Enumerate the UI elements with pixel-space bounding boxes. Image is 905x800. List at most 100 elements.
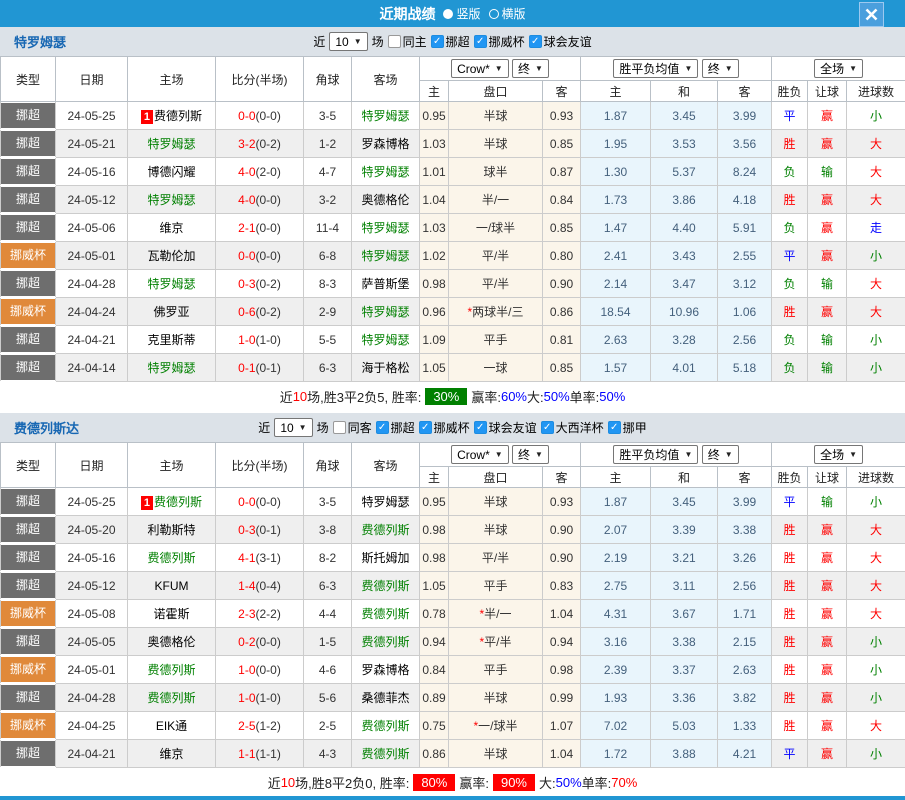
home-team-cell: 特罗姆瑟	[128, 354, 216, 382]
away-odds-cell: 0.86	[543, 298, 581, 326]
result-cell: 平	[772, 242, 808, 270]
recent-count-select[interactable]: 10 ▼	[274, 418, 312, 437]
halftime-score: (1-2)	[256, 719, 281, 733]
near-label: 近	[258, 419, 270, 436]
league-checkbox-label: 挪威杯	[489, 33, 525, 50]
league-checkbox[interactable]: ✓挪威杯	[474, 33, 525, 50]
handicap-result-cell: 赢	[808, 600, 847, 628]
date-cell: 24-04-28	[56, 270, 128, 298]
europe-time-select[interactable]: 终▼	[702, 59, 739, 78]
fulltime-score: 0-0	[238, 249, 255, 263]
layout-horizontal-radio[interactable]: 横版	[489, 5, 526, 22]
scope-select[interactable]: 全场▼	[814, 445, 863, 464]
total-goals-cell: 大	[847, 712, 905, 740]
eu-away-cell: 1.06	[718, 298, 772, 326]
league-cell: 挪超	[1, 684, 56, 712]
recent-count-select[interactable]: 10 ▼	[329, 32, 367, 51]
league-checkbox[interactable]: ✓球会友谊	[474, 419, 537, 436]
europe-odds-value: 胜平负均值	[619, 446, 679, 463]
away-odds-cell: 0.99	[543, 684, 581, 712]
europe-time-select[interactable]: 终▼	[702, 445, 739, 464]
date-cell: 24-05-06	[56, 214, 128, 242]
halftime-score: (0-0)	[256, 635, 281, 649]
result-cell: 胜	[772, 516, 808, 544]
col-eu-away: 客	[718, 467, 772, 488]
scope-controls: 全场▼	[772, 57, 905, 81]
date-cell: 24-04-24	[56, 298, 128, 326]
handicap-line: 半球	[483, 691, 507, 705]
match-row: 挪威杯24-05-08诺霍斯2-3(2-2)4-4费德列斯0.78*半/一1.0…	[1, 600, 905, 628]
league-handicap-trend-tab[interactable]: 联赛盘路走势	[0, 796, 905, 800]
same-away-checkbox[interactable]: 同客	[333, 419, 372, 436]
europe-time-value: 终	[708, 60, 720, 77]
eu-draw-cell: 3.67	[651, 600, 718, 628]
date-cell: 24-04-25	[56, 712, 128, 740]
europe-odds-select[interactable]: 胜平负均值▼	[613, 445, 698, 464]
handicap-cell: 半球	[449, 516, 543, 544]
summary-segment: 近	[268, 773, 281, 792]
rank-badge: 1	[141, 496, 153, 510]
league-checkbox-label: 挪威杯	[434, 419, 470, 436]
close-button[interactable]	[859, 2, 884, 27]
odds-time-select[interactable]: 终▼	[512, 59, 549, 78]
away-odds-cell: 1.04	[543, 600, 581, 628]
total-goals-cell: 小	[847, 628, 905, 656]
handicap-result-cell: 赢	[808, 656, 847, 684]
home-odds-cell: 0.75	[420, 712, 449, 740]
league-checkbox[interactable]: ✓球会友谊	[529, 33, 592, 50]
handicap-cell: 半球	[449, 488, 543, 516]
asian-odds-controls: Crow*▼ 终▼	[420, 57, 581, 81]
result-cell: 胜	[772, 600, 808, 628]
away-odds-cell: 0.94	[543, 628, 581, 656]
chevron-down-icon: ▼	[299, 423, 307, 432]
result-cell: 胜	[772, 572, 808, 600]
league-checkbox[interactable]: ✓挪超	[376, 419, 415, 436]
col-result: 胜负	[772, 467, 808, 488]
europe-odds-controls: 胜平负均值▼ 终▼	[581, 443, 772, 467]
home-team-cell: 克里斯蒂	[128, 326, 216, 354]
same-home-checkbox[interactable]: 同主	[388, 33, 427, 50]
total-goals-cell: 大	[847, 544, 905, 572]
home-team-name: 诺霍斯	[153, 607, 189, 621]
halftime-score: (0-0)	[256, 193, 281, 207]
summary-segment: 10	[293, 389, 307, 404]
away-team-cell: 特罗姆瑟	[352, 326, 420, 354]
handicap-line: 半球	[483, 523, 507, 537]
odds-time-value: 终	[518, 60, 530, 77]
league-checkbox[interactable]: ✓大西洋杯	[541, 419, 604, 436]
league-checkbox[interactable]: ✓挪超	[431, 33, 470, 50]
home-team-cell: 费德列斯	[128, 684, 216, 712]
checkbox-checked-icon: ✓	[474, 35, 487, 48]
eu-away-cell: 3.26	[718, 544, 772, 572]
away-team-name: 费德列斯	[361, 719, 409, 733]
league-checkbox[interactable]: ✓挪威杯	[419, 419, 470, 436]
league-checkbox-label: 挪超	[391, 419, 415, 436]
col-total: 进球数	[847, 81, 905, 102]
scope-value: 全场	[820, 446, 844, 463]
checkbox-checked-icon: ✓	[608, 421, 621, 434]
score-cell: 4-0(0-0)	[216, 186, 304, 214]
handicap-result-cell: 赢	[808, 214, 847, 242]
odds-time-select[interactable]: 终▼	[512, 445, 549, 464]
eu-draw-cell: 3.36	[651, 684, 718, 712]
corner-cell: 11-4	[304, 214, 352, 242]
odds-company-select[interactable]: Crow*▼	[451, 59, 509, 78]
home-odds-cell: 0.78	[420, 600, 449, 628]
score-cell: 1-0(0-0)	[216, 656, 304, 684]
layout-vertical-radio[interactable]: 竖版	[443, 5, 480, 22]
home-odds-cell: 0.86	[420, 740, 449, 768]
score-cell: 1-0(1-0)	[216, 684, 304, 712]
league-checkbox[interactable]: ✓挪甲	[608, 419, 647, 436]
eu-away-cell: 4.21	[718, 740, 772, 768]
eu-home-cell: 1.47	[581, 214, 651, 242]
away-team-cell: 费德列斯	[352, 628, 420, 656]
odds-company-select[interactable]: Crow*▼	[451, 445, 509, 464]
asian-odds-controls: Crow*▼ 终▼	[420, 443, 581, 467]
result-cell: 胜	[772, 130, 808, 158]
col-handicap: 盘口	[449, 81, 543, 102]
layout-horizontal-label: 横版	[502, 5, 526, 22]
europe-odds-select[interactable]: 胜平负均值▼	[613, 59, 698, 78]
away-team-name: 萨普斯堡	[361, 277, 409, 291]
eu-draw-cell: 3.21	[651, 544, 718, 572]
scope-select[interactable]: 全场▼	[814, 59, 863, 78]
